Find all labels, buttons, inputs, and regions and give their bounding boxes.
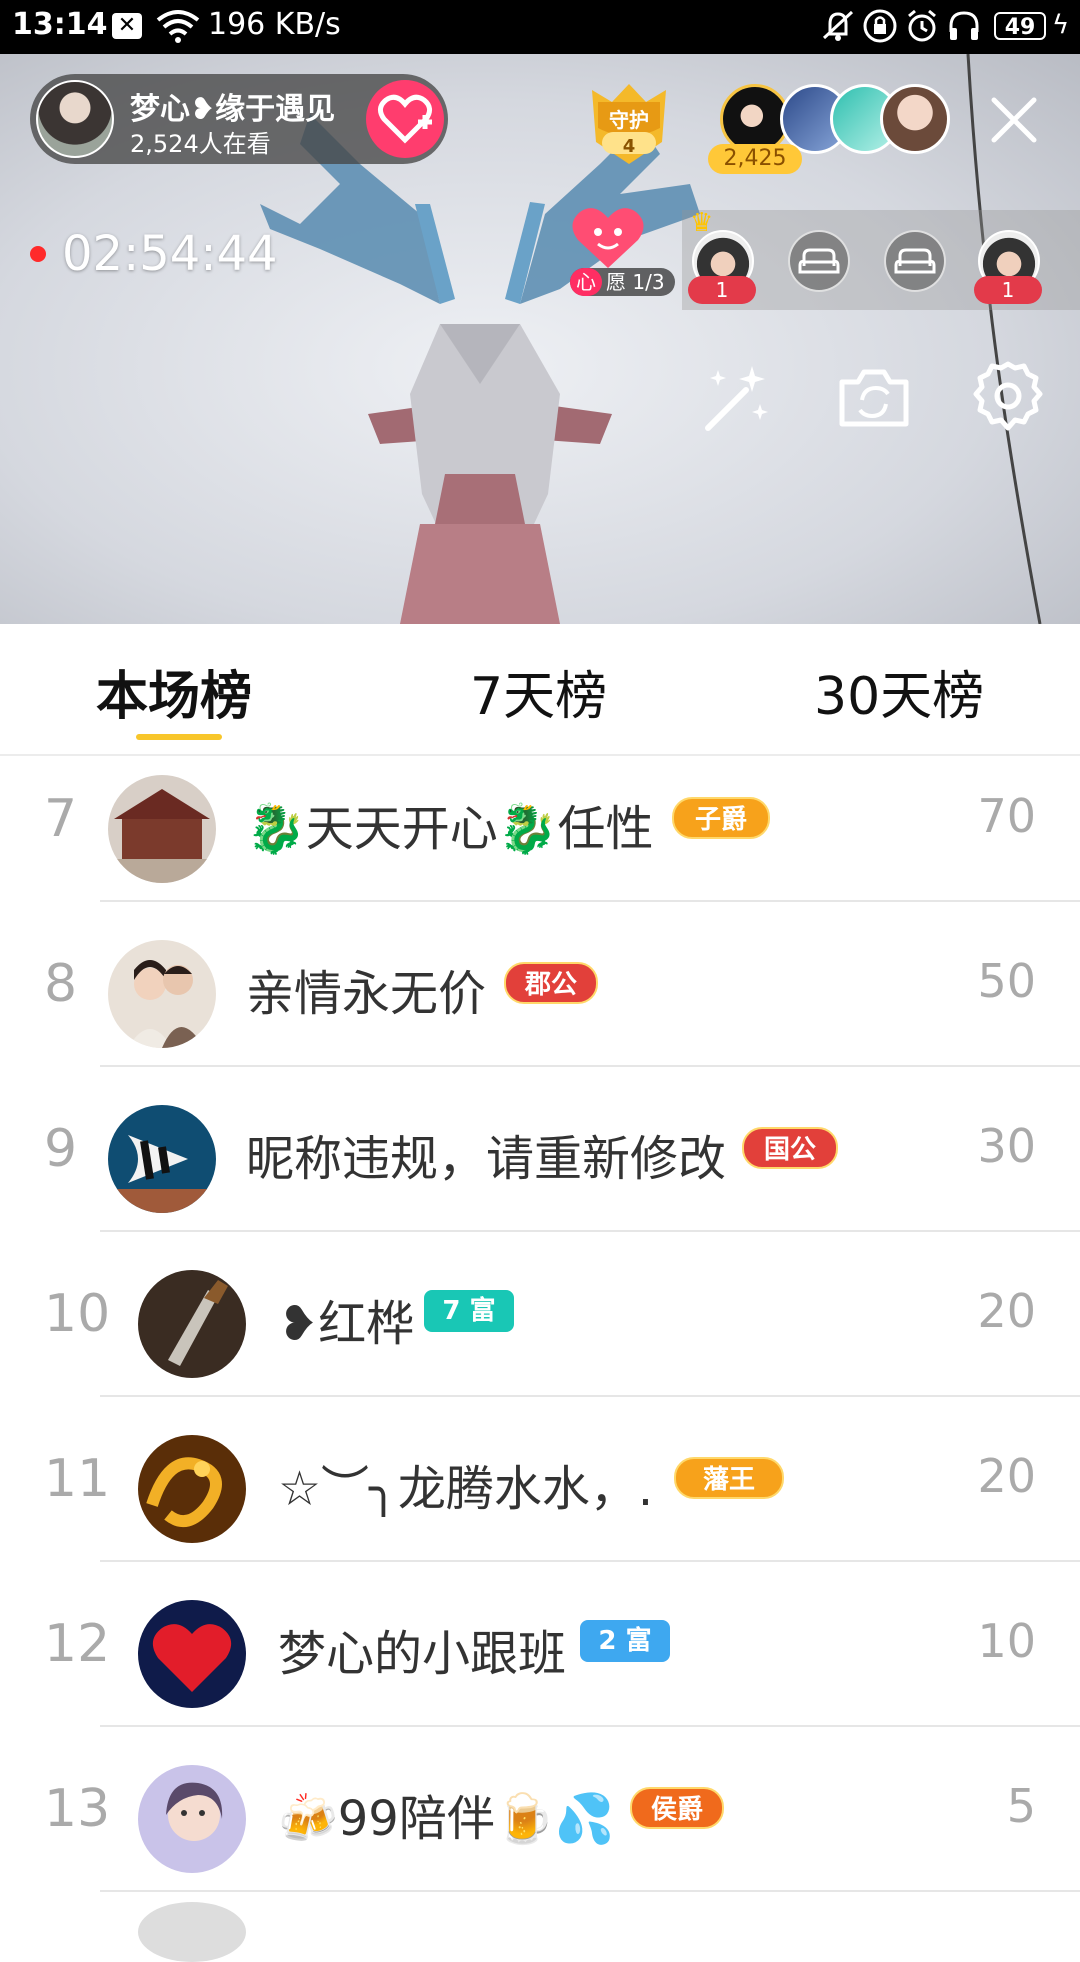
- user-avatar[interactable]: [138, 1435, 246, 1543]
- user-name: ☆︶╮龙腾水水，.: [278, 1461, 654, 1517]
- user-avatar[interactable]: [108, 775, 216, 883]
- rank-number: 12: [44, 1614, 111, 1674]
- network-speed: 196 KB/s: [208, 7, 341, 42]
- host-avatar[interactable]: [36, 80, 114, 158]
- heart-plus-icon: [378, 94, 432, 144]
- follow-button[interactable]: [366, 80, 444, 158]
- mute-bell-icon: [822, 10, 854, 41]
- user-name: 梦心的小跟班: [278, 1626, 567, 1682]
- rank-number: 9: [44, 1119, 78, 1179]
- audience-count-badge[interactable]: 2,425: [708, 144, 802, 174]
- viewer-count: 2,524人在看: [130, 130, 271, 158]
- score: 20: [977, 1284, 1036, 1338]
- rank-title-badge: 侯爵: [630, 1787, 724, 1829]
- user-name: 昵称违规，请重新修改: [246, 1131, 727, 1187]
- user-name: ❥红桦: [278, 1296, 415, 1352]
- wifi-icon: [156, 10, 200, 43]
- wealth-level-badge: 2 富: [580, 1620, 670, 1662]
- empty-seat-sofa-icon[interactable]: [788, 230, 850, 292]
- score: 50: [977, 954, 1036, 1008]
- camera-flip-icon[interactable]: [834, 358, 914, 438]
- charging-icon: ϟ: [1052, 10, 1070, 40]
- user-avatar[interactable]: [138, 1600, 246, 1708]
- notification-x-icon: ✕: [112, 13, 142, 39]
- headphones-icon: [949, 11, 979, 40]
- user-avatar[interactable]: [108, 1105, 216, 1213]
- tab-30-days[interactable]: 30天榜: [814, 654, 984, 729]
- wealth-level-badge: 7 富: [424, 1290, 514, 1332]
- rank-title-badge: 藩王: [674, 1457, 784, 1499]
- status-time: 13:14: [12, 7, 108, 42]
- settings-gear-icon[interactable]: [968, 358, 1048, 438]
- status-bar: 13:14 ✕ 196 KB/s 49 ϟ: [0, 0, 1080, 54]
- user-name: 🍻99陪伴🍺💦: [278, 1791, 615, 1847]
- rank-number: 11: [44, 1449, 111, 1509]
- leaderboard-row[interactable]: 13 🍻99陪伴🍺💦 侯爵 5: [0, 1727, 1080, 1892]
- user-name: 亲情永无价: [246, 966, 487, 1022]
- magic-wand-icon[interactable]: [694, 358, 774, 438]
- live-indicator-dot: [30, 246, 46, 262]
- close-icon[interactable]: [988, 94, 1040, 146]
- host-name: 梦心❥缘于遇见: [130, 92, 336, 127]
- user-avatar[interactable]: [138, 1765, 246, 1873]
- guard-count: 4: [622, 136, 636, 157]
- row-divider: [100, 1890, 1080, 1892]
- wish-prefix: 心: [570, 268, 602, 296]
- user-avatar[interactable]: [108, 940, 216, 1048]
- wish-progress: 愿 1/3: [606, 270, 665, 294]
- rank-title-badge: 郡公: [504, 962, 598, 1004]
- battery-icon: 49: [994, 12, 1046, 40]
- leaderboard-row[interactable]: 10 ❥红桦 7 富 20: [0, 1232, 1080, 1397]
- wish-heart-icon[interactable]: [568, 204, 648, 270]
- score: 70: [977, 789, 1036, 843]
- user-name: 🐉天天开心🐉任性: [246, 801, 654, 857]
- seat-crown-icon: ♛: [690, 208, 714, 238]
- score: 10: [977, 1614, 1036, 1668]
- user-avatar[interactable]: [138, 1270, 246, 1378]
- seat-count-badge: 1: [688, 276, 756, 304]
- tab-this-show[interactable]: 本场榜: [96, 654, 252, 729]
- tab-7-days[interactable]: 7天榜: [470, 654, 607, 729]
- mic-seats-strip: 1 1: [682, 210, 1080, 310]
- score: 5: [1006, 1779, 1036, 1833]
- lock-icon: [863, 9, 897, 43]
- score: 20: [977, 1449, 1036, 1503]
- leaderboard-row[interactable]: 12 梦心的小跟班 2 富 10: [0, 1562, 1080, 1727]
- rank-number: 10: [44, 1284, 111, 1344]
- leaderboard-row[interactable]: 9 昵称违规，请重新修改 国公 30: [0, 1067, 1080, 1232]
- rank-title-badge: 国公: [742, 1127, 838, 1169]
- wish-progress-label[interactable]: 心愿 1/3: [570, 268, 675, 296]
- rank-number: 7: [44, 789, 78, 849]
- score: 30: [977, 1119, 1036, 1173]
- guard-label: 守护: [609, 108, 649, 132]
- user-avatar[interactable]: [138, 1902, 246, 1962]
- host-info-pill[interactable]: 梦心❥缘于遇见 2,524人在看: [30, 74, 448, 164]
- rank-number: 8: [44, 954, 78, 1014]
- leaderboard-row[interactable]: 8 亲情永无价 郡公 50: [0, 902, 1080, 1067]
- alarm-icon: [908, 9, 936, 42]
- guard-badge[interactable]: 守护 4: [582, 82, 676, 168]
- leaderboard-row[interactable]: 7 🐉天天开心🐉任性 子爵 70: [0, 737, 1080, 902]
- empty-seat-sofa-icon[interactable]: [884, 230, 946, 292]
- leaderboard-row[interactable]: 11 ☆︶╮龙腾水水，. 藩王 20: [0, 1397, 1080, 1562]
- top-audience-avatar[interactable]: [880, 84, 950, 154]
- live-elapsed-time: 02:54:44: [62, 226, 278, 282]
- rank-number: 13: [44, 1779, 111, 1839]
- seat-count-badge: 1: [974, 276, 1042, 304]
- rank-title-badge: 子爵: [672, 797, 770, 839]
